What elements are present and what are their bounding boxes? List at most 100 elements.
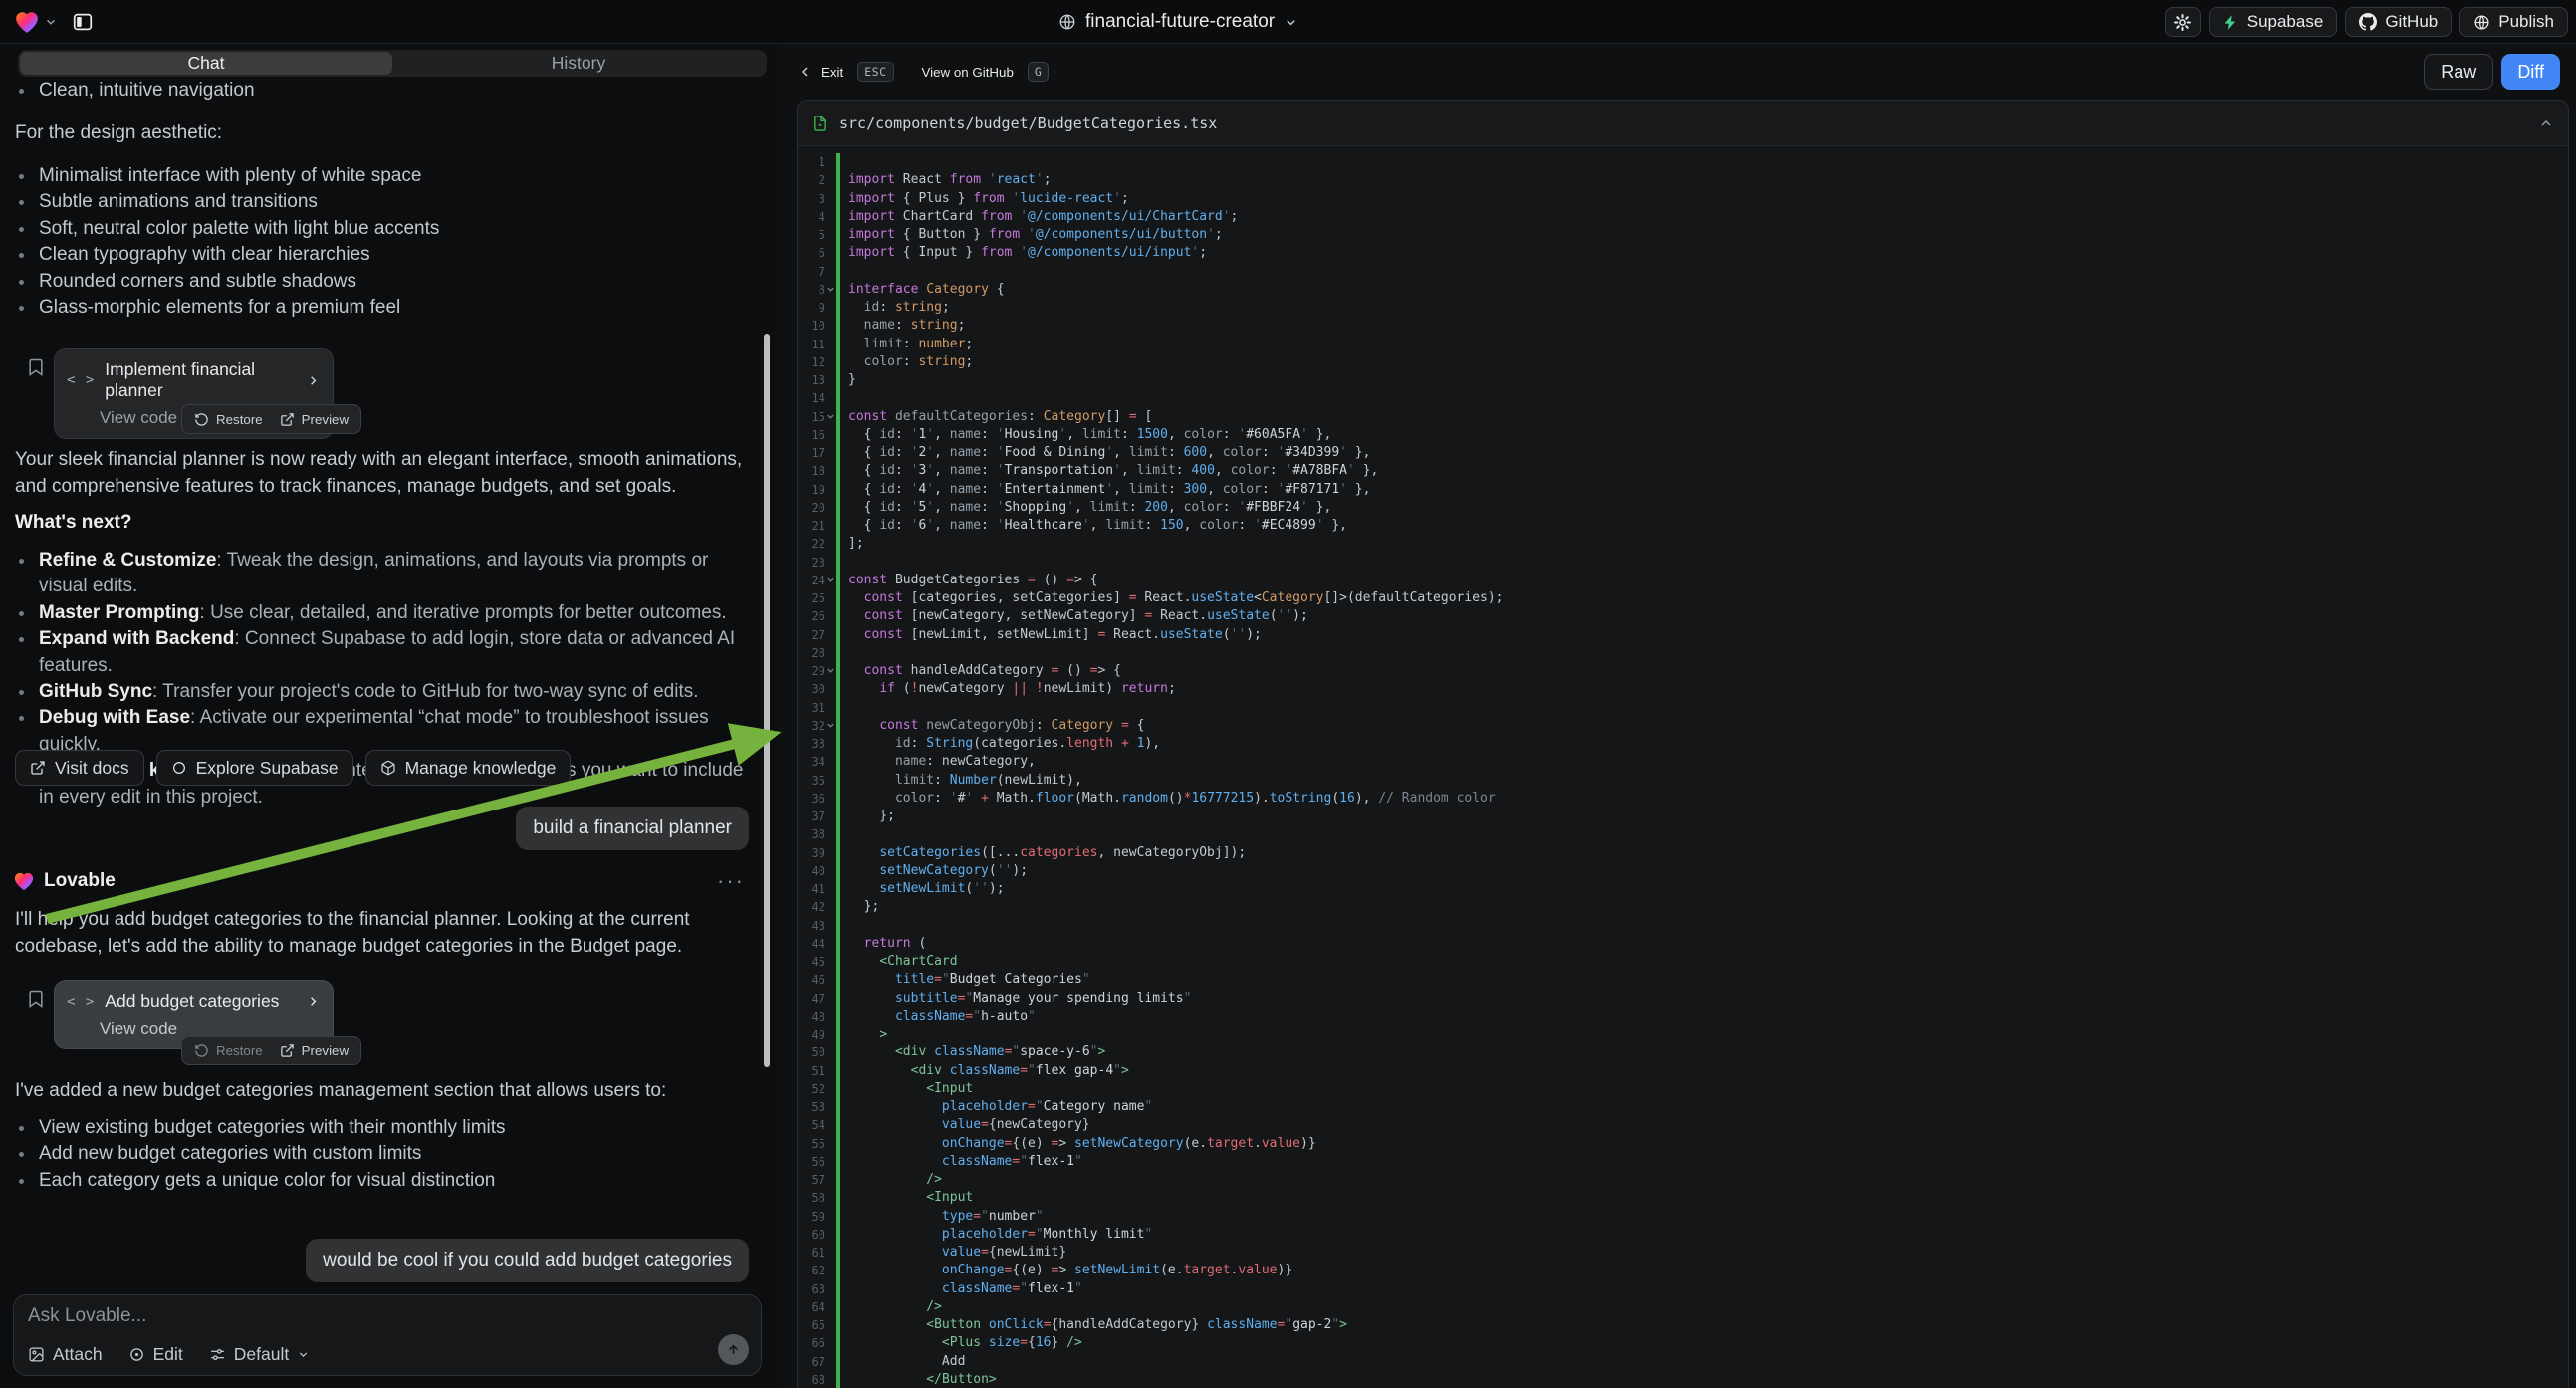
code-line: 37 }; [798, 808, 2568, 825]
fold-gutter [825, 1116, 836, 1134]
fold-gutter [825, 699, 836, 717]
code-line: 48 className="h-auto" [798, 1008, 2568, 1026]
restore-button[interactable]: Restore [194, 1043, 263, 1058]
code-line-text: const defaultCategories: Category[] = [ [836, 408, 1152, 426]
code-line-text: }; [836, 898, 879, 916]
tab-chat[interactable]: Chat [20, 52, 392, 75]
sliders-icon [209, 1346, 226, 1363]
explore-supabase-button[interactable]: Explore Supabase [156, 750, 353, 786]
code-line: 34 name: newCategory, [798, 753, 2568, 771]
line-number: 68 [798, 1371, 825, 1388]
code-line-text: <Input [836, 1080, 973, 1098]
github-button[interactable]: GitHub [2345, 7, 2452, 37]
code-line-text: limit: number; [836, 336, 973, 353]
code-line-text: onChange={(e) => setNewLimit(e.target.va… [836, 1262, 1292, 1279]
esc-keycap: ESC [857, 62, 893, 82]
attach-label: Attach [53, 1344, 103, 1365]
fold-gutter [825, 862, 836, 880]
model-selector[interactable]: Default [209, 1344, 310, 1365]
fold-gutter [825, 1026, 836, 1043]
explore-supabase-label: Explore Supabase [196, 758, 339, 779]
visit-docs-button[interactable]: Visit docs [15, 750, 144, 786]
fold-chevron-icon[interactable] [825, 717, 836, 735]
line-number: 19 [798, 481, 825, 499]
list-item-text: Clean, intuitive navigation [39, 78, 255, 104]
line-number: 53 [798, 1098, 825, 1116]
view-on-github-button[interactable]: View on GitHub G [922, 62, 1050, 82]
file-header[interactable]: src/components/budget/BudgetCategories.t… [798, 101, 2568, 146]
raw-toggle-button[interactable]: Raw [2424, 54, 2493, 90]
bullet-dot-icon [19, 89, 24, 94]
manage-knowledge-button[interactable]: Manage knowledge [365, 750, 572, 786]
list-item-text: GitHub Sync: Transfer your project's cod… [39, 679, 699, 705]
bullet-dot-icon [19, 1179, 24, 1184]
line-number: 2 [798, 171, 825, 189]
suggestion-buttons: Visit docs Explore Supabase Manage knowl… [15, 750, 571, 786]
code-line-text: const [newLimit, setNewLimit] = React.us… [836, 626, 1262, 644]
code-line-text: const [newCategory, setNewCategory] = Re… [836, 607, 1308, 625]
line-number: 43 [798, 917, 825, 935]
tab-history[interactable]: History [392, 52, 765, 75]
line-number: 48 [798, 1008, 825, 1026]
code-line: 26 const [newCategory, setNewCategory] =… [798, 607, 2568, 625]
toggle-sidebar-button[interactable] [66, 6, 100, 38]
supabase-button[interactable]: Supabase [2209, 7, 2338, 37]
chevron-left-icon [797, 64, 813, 80]
code-line: 28 [798, 644, 2568, 662]
fold-chevron-icon[interactable] [825, 281, 836, 299]
assistant-header: Lovable [13, 870, 116, 892]
list-item: Glass-morphic elements for a premium fee… [19, 295, 439, 321]
lovable-logo-menu[interactable] [14, 10, 58, 34]
list-item-text: Rounded corners and subtle shadows [39, 269, 356, 295]
bullet-dot-icon [19, 690, 24, 695]
edit-mode-button[interactable]: Edit [128, 1344, 183, 1365]
line-number: 50 [798, 1043, 825, 1061]
fold-gutter [825, 753, 836, 771]
list-item: Soft, neutral color palette with light b… [19, 216, 439, 242]
code-line-text: limit: Number(newLimit), [836, 772, 1082, 790]
list-item-text: View existing budget categories with the… [39, 1115, 506, 1141]
line-number: 27 [798, 626, 825, 644]
line-number: 20 [798, 499, 825, 517]
send-button[interactable] [718, 1334, 749, 1365]
fold-gutter [825, 680, 836, 698]
bookmark-icon[interactable] [26, 357, 46, 377]
code-line-text: { id: '5', name: 'Shopping', limit: 200,… [836, 499, 1331, 517]
version-card-title: Add budget categories [105, 991, 296, 1012]
code-line: 51 <div className="flex gap-4"> [798, 1062, 2568, 1080]
chevron-up-icon[interactable] [2538, 116, 2554, 131]
attach-button[interactable]: Attach [28, 1344, 103, 1365]
diff-toggle-button[interactable]: Diff [2501, 54, 2560, 90]
code-line: 66 <Plus size={16} /> [798, 1334, 2568, 1352]
list-item-description: : Transfer your project's code to GitHub… [152, 681, 699, 702]
chat-scrollbar[interactable] [764, 334, 770, 1067]
settings-button[interactable] [2165, 7, 2201, 37]
code-line: 8interface Category { [798, 281, 2568, 299]
supabase-button-label: Supabase [2247, 12, 2324, 32]
fold-chevron-icon[interactable] [825, 408, 836, 426]
code-line: 22]; [798, 535, 2568, 553]
code-line: 7 [798, 263, 2568, 281]
publish-button[interactable]: Publish [2459, 7, 2568, 37]
fold-gutter [825, 1062, 836, 1080]
supabase-bolt-icon [2223, 14, 2239, 31]
code-line-text: return ( [836, 935, 926, 953]
fold-chevron-icon[interactable] [825, 662, 836, 680]
code-line-text: placeholder="Monthly limit" [836, 1226, 1152, 1244]
globe-icon [2473, 14, 2490, 31]
fold-chevron-icon[interactable] [825, 572, 836, 589]
composer-input[interactable] [28, 1305, 725, 1327]
preview-button[interactable]: Preview [280, 412, 349, 427]
restore-button[interactable]: Restore [194, 412, 263, 427]
preview-button[interactable]: Preview [280, 1043, 349, 1058]
line-number: 67 [798, 1353, 825, 1371]
code-line-text: /> [836, 1171, 942, 1189]
exit-button[interactable]: Exit ESC [797, 62, 894, 82]
list-item-text: Expand with Backend: Connect Supabase to… [39, 626, 754, 679]
project-menu[interactable]: financial-future-creator [1058, 0, 1298, 44]
message-menu-button[interactable]: ··· [717, 868, 745, 894]
bookmark-icon[interactable] [26, 989, 46, 1009]
list-item: Clean typography with clear hierarchies [19, 242, 439, 268]
fold-gutter [825, 898, 836, 916]
fold-gutter [825, 426, 836, 444]
